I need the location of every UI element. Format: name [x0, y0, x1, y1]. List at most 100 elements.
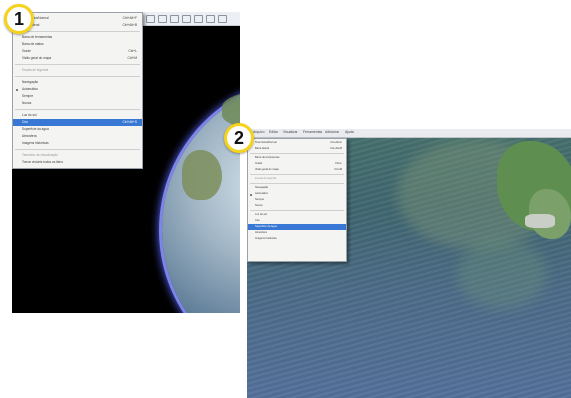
menu-item-label: Automático	[255, 192, 268, 195]
menu-item-shortcut: Ctrl+L	[335, 162, 342, 165]
menu-item-label: Visão geral do mapa	[22, 56, 52, 60]
menu-separator	[15, 64, 140, 65]
menu-item-navigation[interactable]: Navegação	[248, 185, 346, 191]
toolbar-button-icon[interactable]	[146, 15, 155, 23]
menu-item-water-surface[interactable]: Superfície da água	[248, 224, 346, 230]
menu-item-shortcut: Ctrl+Alt+F	[330, 141, 342, 144]
menu-item-label: Atmosfera	[22, 134, 37, 138]
menu-item-shortcut: Ctrl+M	[127, 56, 137, 60]
menu-item-shortcut: Ctrl+M	[334, 168, 342, 171]
menu-item-label: Superfície da água	[22, 127, 49, 131]
menu-bar-tools[interactable]: Ferramentas	[303, 130, 322, 134]
view-menu-dropdown: Tela inteira/Normal Ctrl+Alt+F Barra lat…	[247, 138, 347, 262]
toolbar-button-icon[interactable]	[182, 15, 191, 23]
menu-item-historical-imagery[interactable]: Imagens históricas	[248, 236, 346, 242]
coastal-town	[525, 214, 555, 228]
menu-separator	[250, 210, 344, 211]
menu-separator	[15, 31, 140, 32]
menu-item-label: Nunca	[255, 204, 263, 207]
menu-item-shortcut: Ctrl+Alt+B	[330, 147, 342, 150]
step-badge-2: 2	[224, 123, 254, 153]
menu-item-make-all-visible[interactable]: Tornar visíveis todos os itens	[13, 159, 142, 166]
menu-item-label: Grade	[255, 162, 263, 165]
menu-item-sunlight[interactable]: Luz do sol	[248, 212, 346, 218]
menu-item-label: Atmosfera	[255, 231, 267, 234]
toolbar-button-icon[interactable]	[194, 15, 203, 23]
menu-item-label: Visão geral do mapa	[255, 168, 279, 171]
menu-item-always[interactable]: Sempre	[248, 197, 346, 203]
menu-item-sunlight[interactable]: Luz do sol	[13, 112, 142, 119]
land-mass	[182, 150, 222, 200]
menu-separator	[250, 174, 344, 175]
menu-item-view-size[interactable]: Tamanho da visualização	[13, 152, 142, 159]
menu-item-label: Automático	[22, 87, 38, 91]
menu-item-grid[interactable]: Grade Ctrl+L	[248, 161, 346, 167]
menu-item-label: Tornar visíveis todos os itens	[22, 160, 63, 164]
screenshot-2: Arquivo Editar Visualizar Ferramentas Ad…	[247, 129, 571, 398]
menu-item-label: Escala de legenda	[255, 177, 277, 180]
menu-item-scale-legend[interactable]: Escala de legenda	[248, 176, 346, 182]
menu-bar-file[interactable]: Arquivo	[253, 130, 265, 134]
menu-item-label: Céu	[22, 120, 28, 124]
menu-separator	[250, 183, 344, 184]
toolbar-button-icon[interactable]	[206, 15, 215, 23]
menu-item-label: Navegação	[255, 186, 269, 189]
menu-item-never[interactable]: Nunca	[248, 203, 346, 209]
cloud-haze	[457, 239, 547, 309]
menu-item-shortcut: Ctrl+Alt+F	[122, 16, 137, 20]
menu-item-statusbar[interactable]: Barra de status	[13, 41, 142, 48]
menu-item-atmosphere[interactable]: Atmosfera	[13, 133, 142, 140]
menu-item-toolbar[interactable]: Barra de ferramentas	[248, 155, 346, 161]
menu-bar: Arquivo Editar Visualizar Ferramentas Ad…	[247, 129, 571, 138]
menu-item-label: Superfície da água	[255, 225, 277, 228]
menu-item-label: Tamanho da visualização	[22, 153, 58, 157]
menu-bar-edit[interactable]: Editar	[269, 130, 278, 134]
menu-item-label: Imagens históricas	[255, 237, 277, 240]
menu-item-label: Barra de ferramentas	[22, 35, 53, 39]
menu-item-shortcut: Ctrl+Alt+B	[122, 23, 137, 27]
menu-item-fullscreen[interactable]: Tela inteira/Normal Ctrl+Alt+F	[248, 140, 346, 146]
menu-separator	[15, 76, 140, 77]
menu-item-never[interactable]: Nunca	[13, 100, 142, 107]
menu-item-atmosphere[interactable]: Atmosfera	[248, 230, 346, 236]
menu-item-label: Tela inteira/Normal	[255, 141, 277, 144]
screenshot-1: Tela inteira/Normal Ctrl+Alt+F Barra lat…	[12, 12, 240, 313]
menu-item-sky[interactable]: Céu Ctrl+Alt+S	[13, 119, 142, 126]
menu-item-label: Grade	[22, 49, 31, 53]
step-badge-1: 1	[4, 4, 34, 34]
menu-item-water-surface[interactable]: Superfície da água	[13, 126, 142, 133]
menu-separator	[15, 109, 140, 110]
menu-separator	[15, 149, 140, 150]
toolbar-button-icon[interactable]	[218, 15, 227, 23]
menu-item-label: Luz do sol	[22, 113, 37, 117]
menu-item-shortcut: Ctrl+L	[128, 49, 137, 53]
menu-item-sky[interactable]: Céu	[248, 218, 346, 224]
menu-item-label: Nunca	[22, 101, 32, 105]
earth-globe[interactable]	[162, 80, 240, 313]
menu-item-label: Luz do sol	[255, 213, 267, 216]
menu-item-historical-imagery[interactable]: Imagens históricas	[13, 140, 142, 147]
menu-item-sidebar[interactable]: Barra lateral Ctrl+Alt+B	[248, 146, 346, 152]
menu-item-overview-map[interactable]: Visão geral do mapa Ctrl+M	[248, 167, 346, 173]
menu-item-label: Céu	[255, 219, 260, 222]
menu-item-label: Imagens históricas	[22, 141, 49, 145]
menu-bar-help[interactable]: Ajuda	[345, 130, 354, 134]
menu-item-automatic[interactable]: Automático	[13, 86, 142, 93]
menu-item-scale-legend[interactable]: Escala de legenda	[13, 67, 142, 74]
menu-bar-add[interactable]: Adicionar	[325, 130, 339, 134]
menu-item-automatic[interactable]: Automático	[248, 191, 346, 197]
menu-item-label: Sempre	[255, 198, 265, 201]
menu-item-shortcut: Ctrl+Alt+S	[122, 120, 137, 124]
menu-separator	[250, 153, 344, 154]
menu-item-navigation[interactable]: Navegação	[13, 79, 142, 86]
menu-item-label: Sempre	[22, 94, 34, 98]
menu-item-overview-map[interactable]: Visão geral do mapa Ctrl+M	[13, 55, 142, 62]
menu-item-toolbar[interactable]: Barra de ferramentas	[13, 34, 142, 41]
menu-item-grid[interactable]: Grade Ctrl+L	[13, 48, 142, 55]
menu-bar-view[interactable]: Visualizar	[283, 130, 298, 134]
menu-item-label: Navegação	[22, 80, 39, 84]
toolbar-button-icon[interactable]	[170, 15, 179, 23]
menu-item-always[interactable]: Sempre	[13, 93, 142, 100]
menu-item-label: Barra de status	[22, 42, 44, 46]
toolbar-button-icon[interactable]	[158, 15, 167, 23]
